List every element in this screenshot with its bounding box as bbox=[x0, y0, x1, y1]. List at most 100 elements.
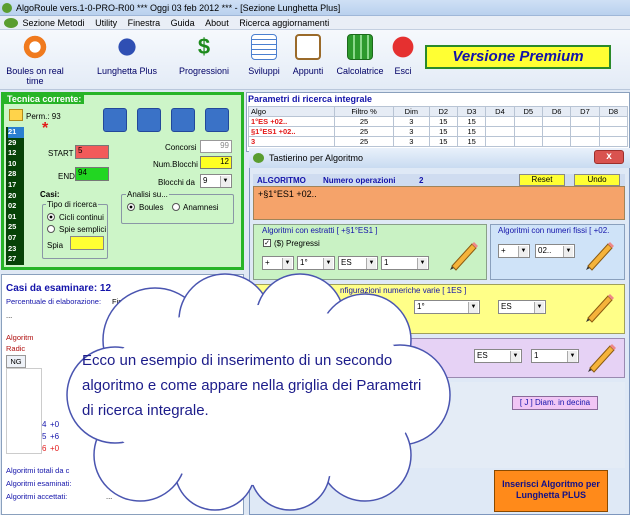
formula-field[interactable]: +§1°ES1 +02.. bbox=[253, 186, 625, 220]
grid-cell[interactable] bbox=[513, 126, 543, 137]
numbers-list[interactable]: 21 29 12 10 28 17 20 02 01 25 07 23 27 bbox=[6, 127, 24, 265]
grid-cell[interactable]: 15 bbox=[428, 136, 458, 147]
grid-cell[interactable] bbox=[570, 116, 600, 127]
fissi-number-select[interactable]: 02.. bbox=[535, 244, 575, 258]
number-list-item[interactable]: 17 bbox=[8, 180, 24, 191]
edit-tool-icon[interactable] bbox=[103, 108, 127, 132]
parametri-grid[interactable]: Algo Filtro % Dim D2 D3 D4 D5 D6 D7 D8 1… bbox=[248, 106, 629, 147]
grid-cell[interactable] bbox=[485, 116, 515, 127]
number-list-item[interactable]: 20 bbox=[8, 191, 24, 202]
config-type-select[interactable]: ES bbox=[498, 300, 546, 314]
estratti-position-select[interactable]: 1° bbox=[297, 256, 335, 270]
table-row[interactable]: 3 25 3 15 15 bbox=[248, 136, 629, 147]
spia-input[interactable] bbox=[70, 236, 104, 250]
diam-decina-button[interactable]: [ J ] Diam. in decina bbox=[512, 396, 598, 410]
menu-ricerca-aggiornamenti[interactable]: Ricerca aggiornamenti bbox=[239, 16, 329, 30]
inserisci-algoritmo-button[interactable]: Inserisci Algoritmo per Lunghetta PLUS bbox=[494, 470, 608, 512]
settings-tool-icon[interactable] bbox=[137, 108, 161, 132]
grid-cell[interactable]: 15 bbox=[456, 116, 487, 127]
grid-cell[interactable] bbox=[485, 136, 515, 147]
grid-cell[interactable]: 3 bbox=[393, 116, 430, 127]
toolbar-lunghetta-button[interactable]: Lunghetta Plus bbox=[92, 34, 162, 76]
estratti-type-select[interactable]: ES bbox=[338, 256, 378, 270]
grid-cell[interactable]: 15 bbox=[428, 126, 458, 137]
number-list-item[interactable]: 07 bbox=[8, 233, 24, 244]
pencil-icon[interactable] bbox=[584, 340, 618, 374]
estratti-operator-select[interactable]: + bbox=[262, 256, 294, 270]
start-input[interactable]: 5 bbox=[75, 145, 109, 159]
number-list-item[interactable]: 01 bbox=[8, 212, 24, 223]
end-input[interactable]: 94 bbox=[75, 167, 109, 181]
grid-cell[interactable] bbox=[541, 136, 572, 147]
operazioni-index-select[interactable]: 1 bbox=[531, 349, 579, 363]
write-tool-icon[interactable] bbox=[171, 108, 195, 132]
grid-cell[interactable] bbox=[598, 116, 629, 127]
toolbar-sviluppi-button[interactable]: Sviluppi bbox=[244, 34, 284, 76]
menu-utility[interactable]: Utility bbox=[95, 16, 117, 30]
grid-cell[interactable] bbox=[598, 136, 629, 147]
grid-cell[interactable]: 3 bbox=[393, 126, 430, 137]
operazioni-type-select[interactable]: ES bbox=[474, 349, 522, 363]
blocchida-select[interactable]: 9 bbox=[200, 174, 232, 188]
pencil-icon[interactable] bbox=[582, 238, 616, 272]
undo-button[interactable]: Undo bbox=[574, 174, 620, 186]
grid-cell[interactable] bbox=[570, 136, 600, 147]
anamnesi-radio[interactable] bbox=[172, 203, 180, 211]
table-row[interactable]: §1°ES1 +02.. 25 3 15 15 bbox=[248, 126, 629, 137]
number-list-item[interactable]: 10 bbox=[8, 159, 24, 170]
concorsi-input[interactable]: 99 bbox=[200, 140, 232, 153]
boules-radio[interactable] bbox=[127, 203, 135, 211]
number-list-item[interactable]: 25 bbox=[8, 222, 24, 233]
fissi-operator-select[interactable]: + bbox=[498, 244, 530, 258]
grid-cell[interactable]: 15 bbox=[456, 126, 487, 137]
number-list-item[interactable]: 23 bbox=[8, 244, 24, 255]
grid-cell[interactable] bbox=[541, 116, 572, 127]
toolbar-esci-button[interactable]: Esci bbox=[388, 34, 418, 76]
reset-button[interactable]: Reset bbox=[519, 174, 565, 186]
pregressi-checkbox[interactable]: ✓ bbox=[263, 239, 271, 247]
grid-cell[interactable]: 15 bbox=[456, 136, 487, 147]
grid-cell[interactable] bbox=[513, 136, 543, 147]
dialog-close-button[interactable]: x bbox=[594, 150, 624, 164]
grid-cell[interactable] bbox=[570, 126, 600, 137]
toolbar-boules-button[interactable]: Boules on real time bbox=[5, 34, 65, 86]
grid-cell[interactable] bbox=[485, 126, 515, 137]
estratti-index-select[interactable]: 1 bbox=[381, 256, 429, 270]
number-list-item[interactable]: 21 bbox=[8, 127, 24, 138]
numblocchi-input[interactable]: 12 bbox=[200, 156, 232, 169]
grid-cell[interactable]: 25 bbox=[333, 136, 395, 147]
grid-cell[interactable]: 1°ES +02.. bbox=[248, 116, 335, 127]
grid-cell[interactable] bbox=[598, 126, 629, 137]
menu-about[interactable]: About bbox=[205, 16, 229, 30]
grid-cell[interactable]: 3 bbox=[248, 136, 335, 147]
number-list-item[interactable]: 28 bbox=[8, 169, 24, 180]
estratti-title: Algoritmi con estratti [ +§1°ES1 ] bbox=[262, 226, 378, 235]
grid-cell[interactable]: 3 bbox=[393, 136, 430, 147]
menu-guida[interactable]: Guida bbox=[171, 16, 195, 30]
toolbar-progressioni-button[interactable]: $ Progressioni bbox=[176, 34, 232, 76]
grid-cell[interactable] bbox=[541, 126, 572, 137]
table-row[interactable]: 1°ES +02.. 25 3 15 15 bbox=[248, 116, 629, 127]
grid-cell[interactable]: 15 bbox=[428, 116, 458, 127]
grid-header: Algo bbox=[248, 106, 335, 117]
grid-cell[interactable]: §1°ES1 +02.. bbox=[248, 126, 335, 137]
number-list-item[interactable]: 27 bbox=[8, 254, 24, 265]
grid-cell[interactable]: 25 bbox=[333, 126, 395, 137]
pencil-icon[interactable] bbox=[446, 238, 480, 272]
toolbar-calcolatrice-button[interactable]: Calcolatrice bbox=[334, 34, 386, 76]
number-list-item[interactable]: 12 bbox=[8, 148, 24, 159]
blocchida-label: Blocchi da bbox=[158, 178, 195, 187]
number-list-item[interactable]: 02 bbox=[8, 201, 24, 212]
menu-sezione-metodi[interactable]: Sezione Metodi bbox=[23, 16, 85, 30]
spie-radio[interactable] bbox=[47, 225, 55, 233]
eraser-tool-icon[interactable] bbox=[205, 108, 229, 132]
number-list-item[interactable]: 29 bbox=[8, 138, 24, 149]
folder-icon[interactable] bbox=[9, 109, 23, 121]
pencil-icon[interactable] bbox=[582, 290, 616, 324]
grid-cell[interactable]: 25 bbox=[333, 116, 395, 127]
grid-cell[interactable] bbox=[513, 116, 543, 127]
menu-app-icon[interactable] bbox=[4, 18, 18, 28]
menu-finestra[interactable]: Finestra bbox=[128, 16, 161, 30]
cicli-radio[interactable] bbox=[47, 213, 55, 221]
toolbar-appunti-button[interactable]: Appunti bbox=[289, 34, 327, 76]
